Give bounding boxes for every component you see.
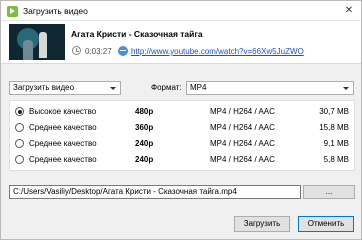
- quality-label: Среднее качество: [29, 139, 97, 148]
- quality-radio[interactable]: [15, 139, 24, 148]
- download-button[interactable]: Загрузить: [234, 216, 290, 232]
- quality-row[interactable]: Среднее качество 240p MP4 / H264 / AAC 9…: [10, 136, 354, 151]
- format-select[interactable]: MP4: [186, 81, 354, 95]
- window-title: Загрузить видео: [23, 6, 88, 16]
- quality-label: Среднее качество: [29, 155, 97, 164]
- quality-row[interactable]: Среднее качество 240p MP4 / H264 / AAC 5…: [10, 152, 354, 167]
- chevron-down-icon: [110, 87, 116, 90]
- quality-codec: MP4 / H264 / AAC: [210, 139, 275, 148]
- quality-row[interactable]: Среднее качество 360p MP4 / H264 / AAC 1…: [10, 120, 354, 135]
- clock-icon: [72, 46, 81, 55]
- download-dialog: Загрузить видео ✕ Агата Кристи - Сказочн…: [0, 0, 362, 240]
- chevron-down-icon: [343, 87, 349, 90]
- app-logo-icon: [7, 6, 18, 17]
- quality-row[interactable]: Высокое качество 480p MP4 / H264 / AAC 3…: [10, 104, 354, 119]
- link-icon: [118, 46, 128, 56]
- output-path-input[interactable]: C:/Users/Vasiliy/Desktop/Агата Кристи - …: [9, 185, 301, 199]
- quality-list: Высокое качество 480p MP4 / H264 / AAC 3…: [9, 100, 355, 171]
- video-url-link[interactable]: http://www.youtube.com/watch?v=66Xw5JuZW…: [131, 47, 304, 56]
- download-type-value: Загрузить видео: [13, 83, 75, 92]
- format-value: MP4: [190, 83, 207, 92]
- video-title: Агата Кристи - Сказочная тайга: [71, 29, 203, 39]
- quality-codec: MP4 / H264 / AAC: [210, 123, 275, 132]
- quality-size: 9,1 MB: [323, 139, 349, 148]
- quality-radio[interactable]: [15, 123, 24, 132]
- quality-radio[interactable]: [15, 155, 24, 164]
- video-info-panel: Агата Кристи - Сказочная тайга 0:03:27 h…: [1, 21, 361, 64]
- quality-resolution: 240p: [135, 155, 154, 164]
- quality-codec: MP4 / H264 / AAC: [210, 155, 275, 164]
- quality-size: 5,8 MB: [323, 155, 349, 164]
- quality-size: 15,8 MB: [319, 123, 349, 132]
- quality-size: 30,7 MB: [319, 107, 349, 116]
- cancel-button[interactable]: Отменить: [298, 216, 354, 232]
- quality-resolution: 480p: [135, 107, 154, 116]
- video-thumbnail: [9, 24, 65, 60]
- quality-label: Высокое качество: [29, 107, 97, 116]
- browse-button[interactable]: ...: [303, 185, 355, 199]
- quality-radio-selected[interactable]: [15, 107, 24, 116]
- quality-codec: MP4 / H264 / AAC: [210, 107, 275, 116]
- format-label: Формат:: [151, 83, 182, 92]
- close-icon[interactable]: ✕: [341, 4, 357, 18]
- video-duration: 0:03:27: [85, 47, 112, 56]
- quality-resolution: 240p: [135, 139, 154, 148]
- quality-resolution: 360p: [135, 123, 154, 132]
- quality-label: Среднее качество: [29, 123, 97, 132]
- download-type-select[interactable]: Загрузить видео: [9, 81, 121, 95]
- title-bar: Загрузить видео ✕: [1, 1, 361, 21]
